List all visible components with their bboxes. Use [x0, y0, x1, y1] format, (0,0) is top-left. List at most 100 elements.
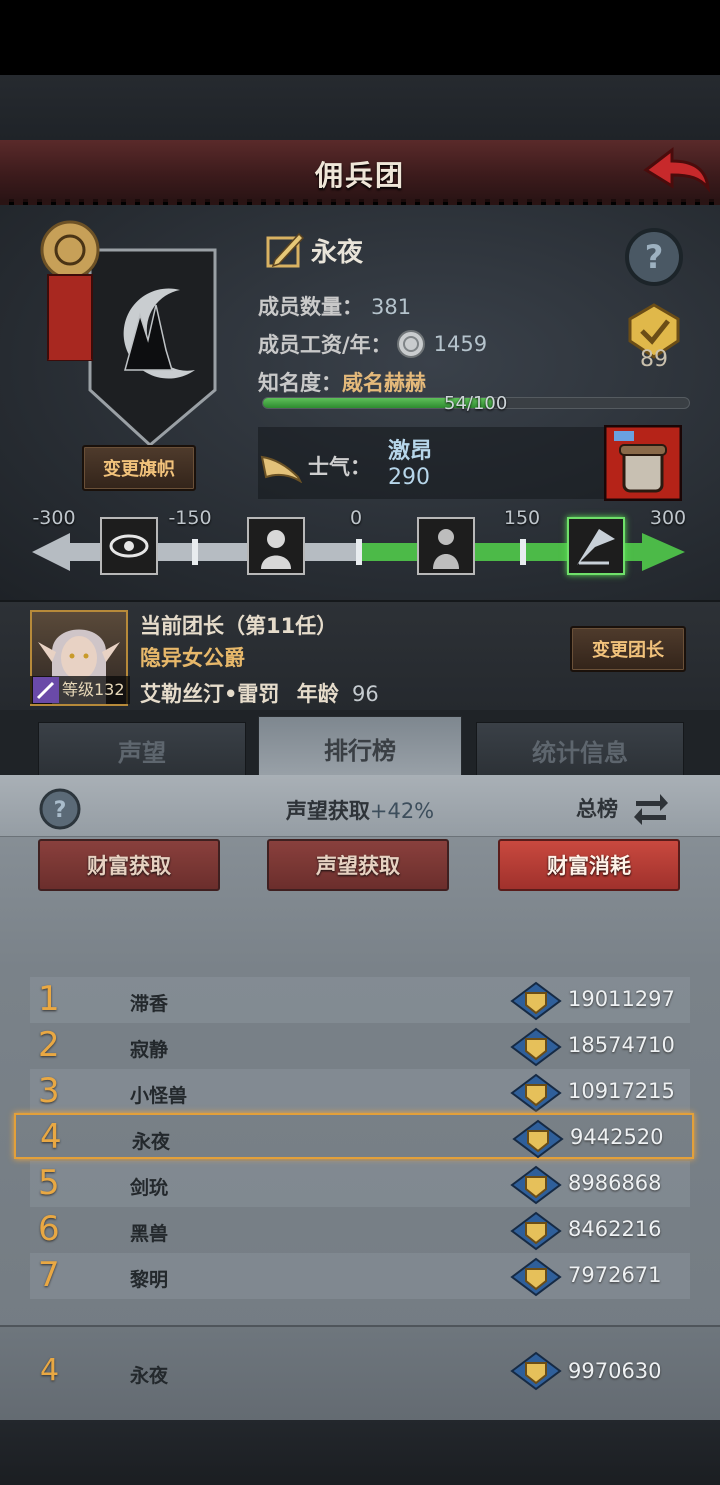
status-bar-area — [0, 0, 720, 75]
rank-value: 18574710 — [568, 1033, 675, 1057]
scale-tick-label: 0 — [349, 507, 363, 529]
rank-badge-icon — [510, 1165, 562, 1205]
morale-state: 激昂 — [388, 439, 433, 464]
leader-name: 艾勒丝汀•雷罚 — [140, 682, 280, 706]
rank-value: 10917215 — [568, 1079, 675, 1103]
leader-name-row: 艾勒丝汀•雷罚 年龄 96 — [140, 678, 379, 708]
scale-tick-label: -300 — [32, 507, 76, 529]
rank-number: 3 — [38, 1071, 60, 1111]
member-count: 381 — [371, 295, 412, 319]
guild-info-panel: 变更旗帜 永夜 成员数量： 381 成员工资/年： 1459 知名度：威名赫赫 5… — [0, 205, 720, 600]
ranking-hint-pct: +42% — [369, 799, 435, 823]
scale-tick-label: 150 — [503, 507, 541, 529]
rank-badge-icon — [510, 1073, 562, 1113]
rank-name: 黎明 — [130, 1269, 169, 1291]
rank-name: 剑玧 — [130, 1177, 169, 1199]
help-icon[interactable]: ? — [624, 227, 684, 287]
guild-name-row: 永夜 — [265, 230, 363, 270]
salary-row: 成员工资/年： 1459 — [258, 329, 487, 359]
my-rank-number: 4 — [40, 1353, 60, 1388]
rank-number: 2 — [38, 1025, 60, 1065]
filter-reputation-gain-button[interactable]: 声望获取 — [267, 839, 449, 891]
fame-value: 威名赫赫 — [342, 371, 426, 395]
edit-icon[interactable] — [265, 230, 305, 270]
rank-name: 滞香 — [130, 993, 169, 1015]
guild-banner-icon — [40, 220, 217, 445]
ranking-row[interactable]: 2 寂静 18574710 — [30, 1023, 690, 1069]
rank-value: 8462216 — [568, 1217, 662, 1241]
ranking-list: 1 滞香 19011297 2 寂静 18574710 3 小怪兽 109172… — [0, 975, 720, 1305]
salary-label: 成员工资/年： — [258, 333, 392, 357]
page-title: 佣兵团 — [314, 159, 405, 192]
war-drum-icon[interactable] — [604, 425, 682, 501]
svg-text:?: ? — [645, 238, 664, 276]
morale-box: 士气： 激昂 290 — [258, 427, 608, 499]
rank-badge-icon — [510, 981, 562, 1021]
rank-name: 小怪兽 — [130, 1085, 188, 1107]
filter-wealth-gain-button[interactable]: 财富获取 — [38, 839, 220, 891]
rank-name: 寂静 — [130, 1039, 169, 1061]
rank-badge-icon — [510, 1211, 562, 1251]
morale-panic-icon[interactable] — [100, 517, 158, 575]
back-arrow-icon[interactable] — [642, 144, 712, 196]
leader-panel: 等级132 当前团长（第11任） 隐异女公爵 艾勒丝汀•雷罚 年龄 96 变更团… — [0, 600, 720, 710]
my-rank-name: 永夜 — [130, 1365, 169, 1387]
badge-count: 89 — [640, 347, 668, 372]
ranking-scope[interactable]: 总榜 — [576, 793, 618, 823]
rank-name: 永夜 — [132, 1131, 171, 1153]
rank-number: 1 — [38, 979, 60, 1019]
title-bar: 佣兵团 — [0, 140, 720, 205]
tab-statistics[interactable]: 统计信息 — [476, 722, 684, 778]
rank-value: 7972671 — [568, 1263, 662, 1287]
morale-despair-icon[interactable] — [247, 517, 305, 575]
fame-row: 知名度：威名赫赫 — [258, 367, 426, 397]
ranking-header: ? 声望获取+42% 总榜 — [0, 775, 720, 837]
rank-badge-icon — [512, 1119, 564, 1159]
horn-icon — [260, 455, 302, 483]
scale-tick-label: -150 — [168, 507, 212, 529]
tab-reputation[interactable]: 声望 — [38, 722, 246, 778]
rank-number: 6 — [38, 1209, 60, 1249]
salary-value: 1459 — [433, 332, 488, 356]
tabs-bar: 声望 排行榜 统计信息 — [0, 710, 720, 780]
scale-tick-label: 300 — [649, 507, 687, 529]
leader-title: 当前团长（第11任） — [140, 614, 338, 638]
change-leader-button[interactable]: 变更团长 — [570, 626, 686, 672]
rank-badge-icon — [510, 1027, 562, 1067]
ranking-row[interactable]: 6 黑兽 8462216 — [30, 1207, 690, 1253]
member-count-label: 成员数量： — [258, 295, 363, 319]
rank-number: 4 — [40, 1117, 62, 1157]
tab-ranking[interactable]: 排行榜 — [258, 716, 462, 780]
silver-coin-icon — [396, 330, 425, 358]
morale-value: 290 — [388, 465, 430, 490]
ranking-hint-label: 声望获取 — [285, 799, 370, 823]
rank-value: 8986868 — [568, 1171, 662, 1195]
ranking-row[interactable]: 1 滞香 19011297 — [30, 977, 690, 1023]
bottom-band — [0, 1420, 720, 1485]
morale-excited-icon[interactable] — [567, 517, 625, 575]
rank-number: 7 — [38, 1255, 60, 1295]
leader-age: 96 — [352, 682, 379, 706]
rank-value: 9442520 — [570, 1125, 664, 1149]
change-flag-button[interactable]: 变更旗帜 — [82, 445, 196, 491]
ranking-row[interactable]: 7 黎明 7972671 — [30, 1253, 690, 1299]
ranking-panel: ? 声望获取+42% 总榜 财富获取 声望获取 财富消耗 1 滞香 190112… — [0, 775, 720, 1420]
rank-badge-icon — [510, 1351, 562, 1391]
fame-label: 知名度： — [258, 371, 342, 395]
swap-icon[interactable] — [632, 789, 670, 827]
morale-calm-icon[interactable] — [417, 517, 475, 575]
rank-value: 19011297 — [568, 987, 675, 1011]
my-rank-row: 4 永夜 9970630 — [0, 1325, 720, 1420]
ranking-row[interactable]: 5 剑玧 8986868 — [30, 1161, 690, 1207]
ranking-row[interactable]: 3 小怪兽 10917215 — [30, 1069, 690, 1115]
member-count-row: 成员数量： 381 — [258, 291, 411, 321]
ranking-row-self[interactable]: 4 永夜 9442520 — [14, 1113, 694, 1159]
filter-wealth-spend-button[interactable]: 财富消耗 — [498, 839, 680, 891]
fame-progress-text: 54/100 — [444, 393, 508, 414]
my-rank-value: 9970630 — [568, 1359, 662, 1383]
guild-name: 永夜 — [311, 237, 364, 268]
leader-rank-title: 隐异女公爵 — [140, 646, 245, 670]
rank-badge-icon — [510, 1257, 562, 1297]
rank-name: 黑兽 — [130, 1223, 169, 1245]
leader-age-label: 年龄 — [296, 682, 339, 706]
